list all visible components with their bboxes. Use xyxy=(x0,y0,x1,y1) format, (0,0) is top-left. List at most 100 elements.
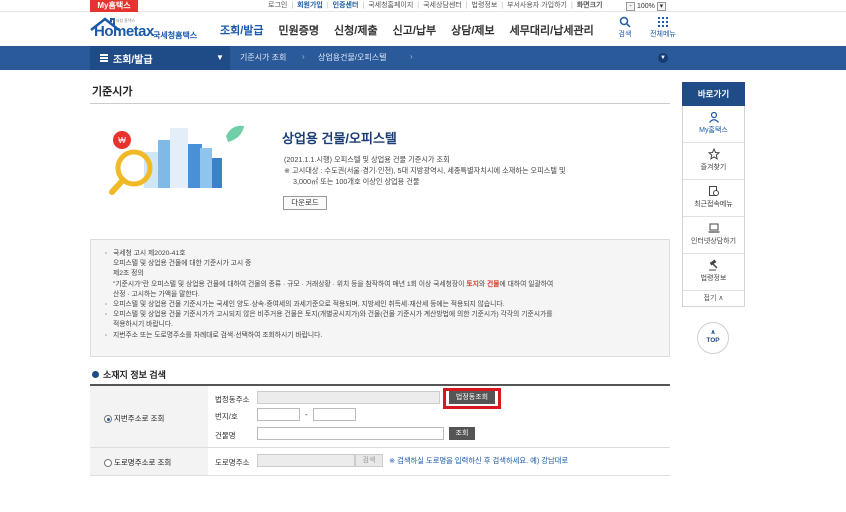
quick-myhometax-label: My홈택스 xyxy=(699,127,728,134)
section-selector[interactable] xyxy=(90,46,230,70)
search-label: 검색 xyxy=(618,31,632,38)
top-label: TOP xyxy=(706,337,720,344)
zoom-in-button[interactable]: ▾ xyxy=(656,1,666,11)
road-address-input[interactable] xyxy=(257,454,355,467)
bullet-icon xyxy=(92,371,99,378)
svg-text:₩: ₩ xyxy=(118,136,126,145)
laptop-icon xyxy=(708,223,719,233)
keyword-building: 건물 xyxy=(486,280,500,288)
hero-desc-line-1: (2021.1.1.시행) 오피스텔 및 상업용 건물 기준시가 조회 xyxy=(284,155,450,164)
title-divider xyxy=(90,103,670,104)
quick-online-counsel-label: 인터넷상담하기 xyxy=(690,238,737,245)
notice-line: 오피스텔 및 상업용 건물 기준시가가 고시되지 않은 비주거용 건물은 토지(… xyxy=(105,310,659,320)
radio-jibun[interactable]: 지번주소로 조회 xyxy=(104,413,164,424)
legal-dong-label: 법정동주소 xyxy=(215,395,250,404)
radio-road-label: 도로명주소로 조회 xyxy=(114,458,172,467)
header-search-button[interactable]: 검색 xyxy=(612,16,638,39)
row-divider xyxy=(90,475,670,476)
building-name-input[interactable] xyxy=(257,427,444,440)
query-button[interactable]: 조회 xyxy=(449,427,475,440)
notice-line: 오피스텔 및 상업용 건물에 대한 기준시가 고시 중 xyxy=(113,260,252,268)
hero-title: 상업용 건물/오피스텔 xyxy=(280,131,399,147)
notice-line: 제2조 정의 xyxy=(113,270,144,278)
gnb-application[interactable]: 신청/제출 xyxy=(334,22,378,38)
road-address-label: 도로명주소 xyxy=(215,458,250,467)
radio-selected-icon[interactable] xyxy=(104,414,112,423)
bunji-sub-input[interactable] xyxy=(313,408,356,421)
zoom-out-button[interactable]: - xyxy=(626,1,635,11)
notice-line: 오피스텔 및 상업용 건물 기준시가는 국세인 양도·상속·증여세의 과세기준으… xyxy=(105,300,659,310)
recent-menu-icon xyxy=(708,186,719,196)
utility-bar: My홈택스 로그인 | 회원가입 | 인증센터 | 국세청홈페이지 | 국세상담센터 | … xyxy=(0,0,846,12)
header-all-menu-button[interactable]: 전체메뉴 xyxy=(650,16,676,39)
all-menu-icon xyxy=(658,17,668,27)
quick-fold-button[interactable]: 접기 ∧ xyxy=(683,291,744,306)
hero-desc-line-2: ※ 고시대상 : 수도권(서울·경기·인천), 5대 지방광역시, 세종특별자치… xyxy=(284,166,566,175)
section-name: 조회/발급 xyxy=(113,55,153,66)
notice-line: 국세청 고시 제2020-41호 xyxy=(105,249,659,259)
notice-definition-text: "기준시가"란 오피스텔 및 상업용 건물에 대하여 건물의 종류 · 규모 ·… xyxy=(113,280,554,288)
nts-home-link[interactable]: 국세청홈페이지 xyxy=(368,2,413,9)
radio-road[interactable]: 도로명주소로 조회 xyxy=(104,457,171,468)
gnb-inquiry[interactable]: 조회/발급 xyxy=(220,22,264,38)
caret-down-icon[interactable]: ▼ xyxy=(216,53,224,62)
download-button[interactable]: 다운로드 xyxy=(283,196,327,210)
law-info-link[interactable]: 법령정보 xyxy=(472,2,498,9)
top-button[interactable]: ∧ TOP xyxy=(697,322,729,354)
chevron-down-icon[interactable]: ▼ xyxy=(658,53,668,63)
notice-line: 적용하시기 바랍니다. xyxy=(113,321,174,329)
hero-description: (2021.1.1.시행) 오피스텔 및 상업용 건물 기준시가 조회 ※ 고시… xyxy=(284,154,566,187)
dept-user-signup-link[interactable]: 부서사용자 가입하기 xyxy=(507,2,567,9)
quick-links-title: 바로가기 xyxy=(682,82,745,106)
quick-myhometax[interactable]: My홈택스 xyxy=(683,106,744,143)
hometax-logo[interactable]: 국세청 홈택스 Hometax 국세청홈택스 xyxy=(90,17,200,43)
notice-line: 산정 · 고시하는 가액을 말한다. xyxy=(113,290,200,298)
radio-unselected-icon[interactable] xyxy=(104,458,112,467)
row-divider xyxy=(90,447,670,448)
utility-links: 로그인 | 회원가입 | 인증센터 | 국세청홈페이지 | 국세상담센터 | 법령정보 | … xyxy=(268,2,603,9)
signup-link[interactable]: 회원가입 xyxy=(297,2,323,9)
highlight-box xyxy=(443,388,501,409)
star-icon xyxy=(707,148,720,160)
gnb-report-pay[interactable]: 신고/납부 xyxy=(393,22,437,38)
breadcrumb-1[interactable]: 기준시가 조회 xyxy=(240,52,286,63)
tax-counsel-link[interactable]: 국세상담센터 xyxy=(423,2,462,9)
site-header: 국세청 홈택스 Hometax 국세청홈택스 조회/발급 민원증명 신청/제출 … xyxy=(0,12,846,46)
quick-links-panel: 바로가기 My홈택스 즐겨찾기 최근접속메뉴 인터넷상담하기 법령정보 접기 ∧ xyxy=(682,82,745,307)
all-menu-label: 전체메뉴 xyxy=(650,31,676,38)
breadcrumb-arrow-icon: › xyxy=(410,52,413,61)
notice-box: 국세청 고시 제2020-41호 오피스텔 및 상업용 건물에 대한 기준시가 … xyxy=(90,239,670,357)
road-search-hint: ※ 검색하실 도로명을 입력하신 후 검색하세요. 예) 강남대로 xyxy=(389,456,569,465)
quick-favorites-label: 즐겨찾기 xyxy=(700,164,727,171)
chevron-up-icon: ∧ xyxy=(710,329,716,336)
building-name-label: 건물명 xyxy=(215,431,236,440)
keyword-land: 토지 xyxy=(466,280,479,288)
legal-dong-input[interactable] xyxy=(257,391,440,404)
login-link[interactable]: 로그인 xyxy=(268,2,287,9)
gavel-icon xyxy=(708,259,718,271)
quick-online-counsel[interactable]: 인터넷상담하기 xyxy=(683,217,744,254)
quick-recent-menu[interactable]: 최근접속메뉴 xyxy=(683,180,744,217)
notice-line-definition: "기준시가"란 오피스텔 및 상업용 건물에 대하여 건물의 종류 · 규모 ·… xyxy=(105,280,659,290)
myhome-tab[interactable]: My홈택스 xyxy=(90,0,138,12)
gnb-tax-agent[interactable]: 세무대리/납세관리 xyxy=(510,22,594,38)
radio-jibun-label: 지번주소로 조회 xyxy=(114,414,165,423)
person-icon xyxy=(708,111,719,123)
gnb-counsel[interactable]: 상담/제보 xyxy=(451,22,495,38)
hero-desc-line-3: 3,000㎡ 또는 100개호 이상인 상업용 건물 xyxy=(293,177,420,186)
gnb-certificate[interactable]: 민원증명 xyxy=(279,22,319,38)
building-search-illustration: ₩ xyxy=(109,125,244,195)
quick-law-info[interactable]: 법령정보 xyxy=(683,254,744,291)
header-icons: 검색 전체메뉴 xyxy=(612,16,676,39)
hamburger-icon[interactable] xyxy=(100,54,108,62)
road-search-button[interactable]: 검색 xyxy=(355,454,383,467)
global-nav: 조회/발급 민원증명 신청/제출 신고/납부 상담/제보 세무대리/납세관리 xyxy=(220,22,609,38)
breadcrumb-2[interactable]: 상업용건물/오피스텔 xyxy=(318,52,386,63)
screen-size-label: 화면크기 xyxy=(576,2,603,9)
notice-line: 지번주소 또는 도로명주소를 차례대로 검색·선택하여 조회하시기 바랍니다. xyxy=(105,331,659,341)
quick-law-info-label: 법령정보 xyxy=(700,275,727,282)
logo-subtitle: 국세청홈택스 xyxy=(153,31,198,40)
cert-center-link[interactable]: 인증센터 xyxy=(333,2,359,9)
bunji-main-input[interactable] xyxy=(257,408,300,421)
quick-favorites[interactable]: 즐겨찾기 xyxy=(683,143,744,180)
